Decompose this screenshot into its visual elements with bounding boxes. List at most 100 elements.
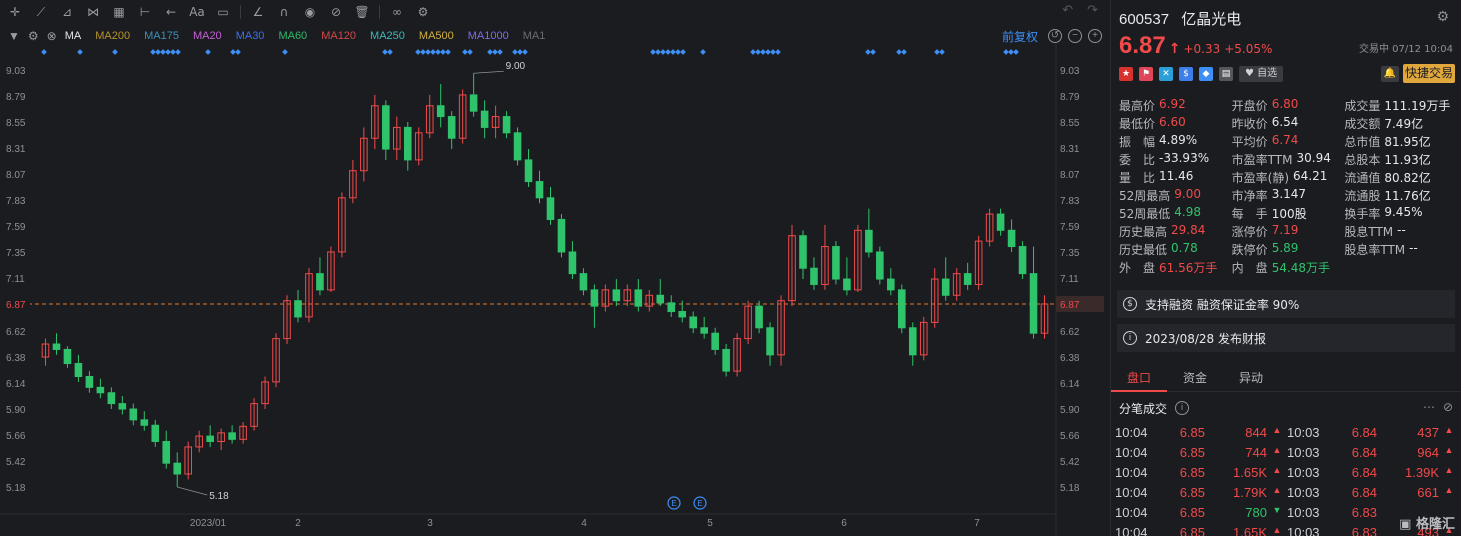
zoom-in-icon[interactable]: + <box>1088 29 1102 43</box>
add-watchlist-button[interactable]: ♥ 自选 <box>1239 66 1284 82</box>
quote-value: 11.93亿 <box>1384 152 1431 167</box>
y-tick-label-left: 8.07 <box>6 170 26 181</box>
ma-item-ma250[interactable]: MA250 <box>370 30 405 42</box>
tick-price: 6.84 <box>1351 464 1377 480</box>
adjust-type-button[interactable]: 前复权 <box>1002 28 1038 45</box>
ma-item-ma200[interactable]: MA200 <box>95 30 130 42</box>
up-arrow-icon: ▲ <box>1444 424 1454 435</box>
bell-icon[interactable]: 🔔 <box>1381 66 1399 82</box>
hide-icon[interactable]: ⊘ <box>325 2 347 22</box>
reset-icon[interactable]: ↺ <box>1048 29 1062 43</box>
candlestick-chart[interactable]: 9.03 9.03 8.79 8.79 8.55 8.55 8.31 8.31 8.07 8.07… <box>0 44 1110 536</box>
settings-icon[interactable]: ⚙ <box>412 2 434 22</box>
toolbar-divider <box>240 5 241 19</box>
quick-trade-button[interactable]: 快捷交易 <box>1403 64 1455 83</box>
margin-notice[interactable]: $ 支持融资 融资保证金率 90% <box>1117 290 1455 318</box>
quote-value: 100股 <box>1271 206 1307 221</box>
y-tick-label-right: 5.90 <box>1060 405 1080 416</box>
quote-value: 0.78 <box>1171 240 1198 255</box>
ma-item-ma1[interactable]: MA1 <box>523 30 546 42</box>
tick-volume: 437 <box>1417 424 1439 440</box>
link-icon[interactable]: ∞ <box>386 2 408 22</box>
line-tool-icon[interactable]: ⟋ <box>30 2 52 22</box>
tick-price: 6.84 <box>1351 424 1377 440</box>
doc-icon[interactable]: ▤ <box>1219 67 1233 81</box>
tag-icon[interactable]: ◆ <box>1199 67 1213 81</box>
earnings-notice[interactable]: i 2023/08/28 发布财报 <box>1117 324 1455 352</box>
signal-marker <box>1008 49 1014 55</box>
info-icon[interactable]: i <box>1175 401 1190 415</box>
crosshair-icon[interactable]: ✛ <box>4 2 26 22</box>
ma-label[interactable]: MA <box>65 30 82 42</box>
tick-entry: 10:04 6.85 1.79K ▲ <box>1115 485 1287 500</box>
note-tool-icon[interactable]: ▭ <box>212 2 234 22</box>
tick-row: 10:04 6.85 1.79K ▲ 10:03 6.84 661 ▲ <box>1115 482 1459 502</box>
redo-icon[interactable]: ↷ <box>1087 3 1098 18</box>
measure-tool-icon[interactable]: ⊢ <box>134 2 156 22</box>
eye-icon[interactable]: ◉ <box>299 2 321 22</box>
quote-cell: 股息TTM -- <box>1344 223 1457 240</box>
tab-pankou[interactable]: 盘口 <box>1111 364 1168 392</box>
tick-time: 10:03 <box>1287 424 1320 440</box>
quote-cell: 涨停价 7.19 <box>1232 223 1345 240</box>
ma-item-ma120[interactable]: MA120 <box>321 30 356 42</box>
ma-item-ma60[interactable]: MA60 <box>278 30 307 42</box>
candle-down <box>941 278 950 296</box>
quote-value: 61.56万手 <box>1159 260 1218 275</box>
signal-marker <box>512 49 518 55</box>
zoom-out-icon[interactable]: − <box>1068 29 1082 43</box>
connect-icon[interactable]: ✕ <box>1159 67 1173 81</box>
signal-marker <box>282 49 288 55</box>
candle-down <box>843 278 851 291</box>
tab-movement[interactable]: 异动 <box>1223 364 1279 392</box>
signal-marker <box>165 49 171 55</box>
tick-price: 6.85 <box>1179 524 1205 536</box>
quote-row: 委 比 -33.93% 市盈率TTM 30.94 总股本 11.93亿 <box>1119 150 1457 168</box>
more-icon[interactable]: ⋯ <box>1423 400 1435 414</box>
collapse-icon[interactable]: ▼ <box>8 29 20 43</box>
y-tick-label-right: 6.38 <box>1060 353 1080 364</box>
y-tick-label-left: 8.79 <box>6 92 26 103</box>
quote-label: 52周最低 <box>1119 206 1171 221</box>
trash-icon[interactable]: 🗑 <box>351 2 373 22</box>
close-indicator-icon[interactable]: ⊗ <box>47 29 57 43</box>
candle-down <box>382 105 390 150</box>
ma-item-ma1000[interactable]: MA1000 <box>468 30 509 42</box>
expand-icon[interactable]: ⊘ <box>1443 400 1453 414</box>
text-tool-icon[interactable]: Aa <box>186 2 208 22</box>
quote-value: 11.76亿 <box>1384 188 1431 203</box>
ma-item-ma175[interactable]: MA175 <box>144 30 179 42</box>
y-tick-label-left: 5.42 <box>6 457 26 468</box>
quote-value: 3.147 <box>1271 186 1307 201</box>
quote-label: 平均价 <box>1231 134 1268 149</box>
pen-tool-icon[interactable]: ∠ <box>247 2 269 22</box>
fib-tool-icon[interactable]: ⊿ <box>56 2 78 22</box>
y-tick-label-right: 5.18 <box>1060 483 1080 494</box>
ma-item-ma20[interactable]: MA20 <box>193 30 222 42</box>
tick-time: 10:03 <box>1287 524 1320 536</box>
tick-entry: 10:04 6.85 780 ▼ <box>1115 505 1287 520</box>
tick-time: 10:04 <box>1115 444 1148 460</box>
arrow-tool-icon[interactable]: ← <box>160 2 182 22</box>
candle-down <box>1018 246 1027 275</box>
ma-item-ma500[interactable]: MA500 <box>419 30 454 42</box>
wave-tool-icon[interactable]: ⋈ <box>82 2 104 22</box>
quote-value: 7.19 <box>1271 222 1299 237</box>
quote-cell: 委 比 -33.93% <box>1119 151 1232 168</box>
tick-entry: 10:04 6.85 844 ▲ <box>1115 425 1287 440</box>
ma-item-ma30[interactable]: MA30 <box>236 30 265 42</box>
quote-cell: 市盈率(静) 64.21 <box>1232 169 1345 186</box>
panel-settings-icon[interactable]: ⚙ <box>1436 9 1449 25</box>
indicator-settings-icon[interactable]: ⚙ <box>28 29 39 43</box>
signal-marker <box>750 49 756 55</box>
dollar-icon[interactable]: $ <box>1179 67 1193 81</box>
stock-tags-row: ★ ⚑ ✕ $ ◆ ▤ ♥ 自选 <box>1119 66 1284 82</box>
undo-icon[interactable]: ↶ <box>1062 3 1073 18</box>
candle-down <box>700 327 708 334</box>
tab-funds[interactable]: 资金 <box>1167 364 1223 392</box>
runner-icon[interactable]: ⚑ <box>1139 67 1153 81</box>
tick-entry: 10:04 6.85 1.65K ▲ <box>1115 465 1287 480</box>
box-tool-icon[interactable]: ▦ <box>108 2 130 22</box>
quote-cell: 成交额 7.49亿 <box>1344 115 1457 132</box>
magnet-icon[interactable]: ∩ <box>273 2 295 22</box>
